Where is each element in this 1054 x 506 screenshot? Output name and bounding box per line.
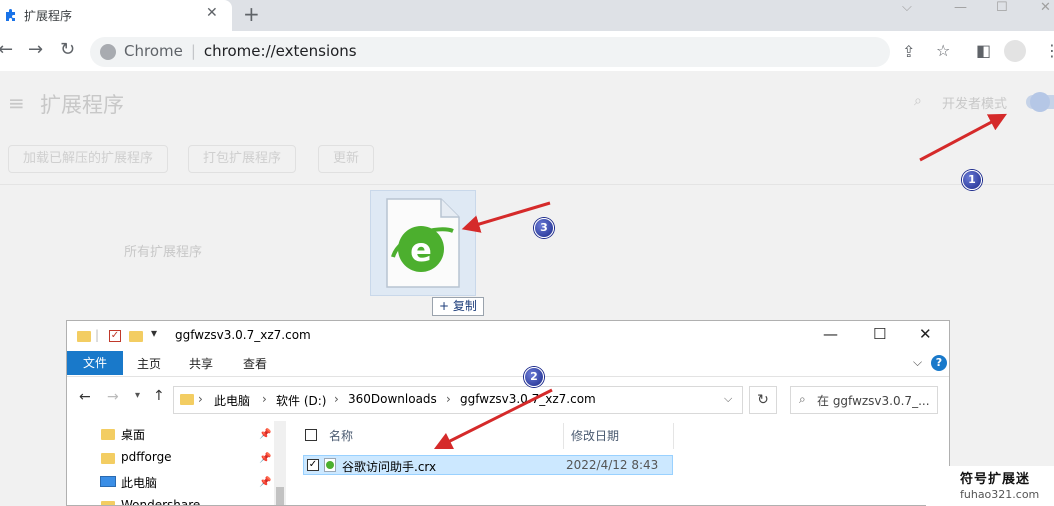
watermark-line1: 符号扩展迷 — [960, 472, 1031, 487]
callout-1: 1 — [962, 170, 982, 190]
callout-3: 3 — [534, 218, 554, 238]
watermark-line2: fuhao321.com — [960, 488, 1040, 501]
watermark-logo: 符号扩展迷 fuhao321.com — [926, 466, 1054, 506]
callout-2: 2 — [524, 367, 544, 387]
annotation-arrows — [433, 113, 1007, 450]
arrow-to-dev-mode — [919, 113, 1007, 162]
arrow-to-crx-file — [433, 388, 553, 450]
